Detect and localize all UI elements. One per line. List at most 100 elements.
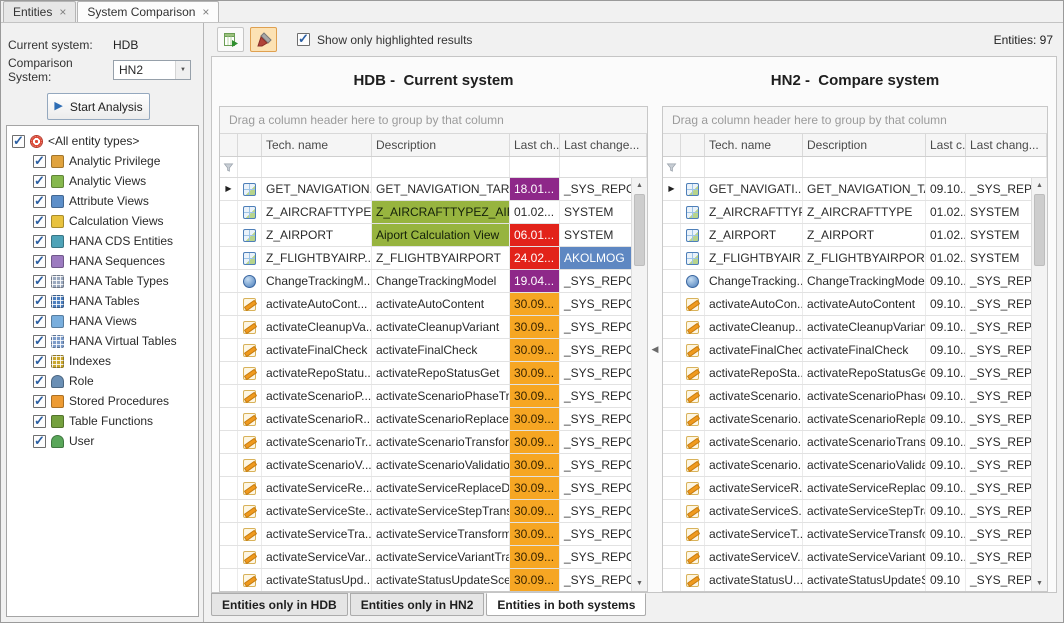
grid-splitter[interactable]: ◀ [648, 106, 662, 592]
description-cell[interactable]: Z_AIRCRAFTTYPE [803, 201, 926, 223]
last-change-cell[interactable]: 30.09... [510, 569, 560, 591]
column-header-last-changed-by[interactable]: Last change... [560, 134, 647, 156]
tree-root-item[interactable]: <All entity types> [9, 131, 196, 151]
tech-name-cell[interactable]: activateScenario... [705, 385, 803, 407]
tech-name-cell[interactable]: activateScenario... [705, 408, 803, 430]
table-row[interactable]: activateRepoStatu... activateRepoStatusG… [220, 362, 647, 385]
description-cell[interactable]: activateServiceVariantTra... [372, 546, 510, 568]
table-row[interactable]: activateServiceT... activateServiceTrans… [663, 523, 1047, 546]
tech-name-cell[interactable]: activateServiceV... [705, 546, 803, 568]
filter-cell[interactable] [238, 157, 262, 177]
tree-item[interactable]: HANA Table Types [9, 271, 196, 291]
tree-item[interactable]: HANA Tables [9, 291, 196, 311]
tech-name-cell[interactable]: activateScenarioTr... [262, 431, 372, 453]
tech-name-cell[interactable]: activateStatusUpd... [262, 569, 372, 591]
last-change-cell[interactable]: 30.09... [510, 546, 560, 568]
description-cell[interactable]: activateScenarioTransf... [803, 431, 926, 453]
scroll-down-icon[interactable]: ▼ [1032, 576, 1047, 591]
description-cell[interactable]: activateScenarioReplac... [803, 408, 926, 430]
table-row[interactable]: ▶ GET_NAVIGATION... GET_NAVIGATION_TARG.… [220, 178, 647, 201]
description-cell[interactable]: activateStatusUpdateS... [803, 569, 926, 591]
document-tab[interactable]: Entities × [3, 1, 76, 22]
table-row[interactable]: Z_AIRCRAFTTYPE Z_AIRCRAFTTYPEZ_AIR... 01… [220, 201, 647, 224]
table-row[interactable]: activateStatusU... activateStatusUpdateS… [663, 569, 1047, 592]
checkbox[interactable] [33, 355, 46, 368]
filter-cell[interactable] [262, 157, 372, 177]
start-analysis-button[interactable]: ▶ Start Analysis [47, 93, 150, 120]
tree-item[interactable]: Table Functions [9, 411, 196, 431]
last-change-cell[interactable]: 09.10 [926, 569, 966, 591]
last-change-cell[interactable]: 30.09... [510, 454, 560, 476]
description-cell[interactable]: activateCleanupVariant [372, 316, 510, 338]
description-cell[interactable]: ChangeTrackingModel [803, 270, 926, 292]
tree-item[interactable]: Role [9, 371, 196, 391]
last-change-cell[interactable]: 30.09... [510, 408, 560, 430]
description-cell[interactable]: Z_AIRCRAFTTYPEZ_AIR... [372, 201, 510, 223]
checkbox[interactable] [33, 235, 46, 248]
last-change-cell[interactable]: 01.02... [926, 224, 966, 246]
tech-name-cell[interactable]: activateRepoSta... [705, 362, 803, 384]
table-row[interactable]: activateAutoCont... activateAutoContent … [220, 293, 647, 316]
tech-name-cell[interactable]: activateServiceR... [705, 477, 803, 499]
table-row[interactable]: Z_FLIGHTBYAIR... Z_FLIGHTBYAIRPORT 01.02… [663, 247, 1047, 270]
tech-name-cell[interactable]: activateCleanupVa... [262, 316, 372, 338]
show-highlighted-toggle[interactable]: Show only highlighted results [297, 33, 472, 47]
description-cell[interactable]: activateServiceStepTrans... [372, 500, 510, 522]
description-cell[interactable]: activateServiceTransform... [372, 523, 510, 545]
tree-item[interactable]: Attribute Views [9, 191, 196, 211]
table-row[interactable]: Z_AIRPORT Z_AIRPORT 01.02... SYSTEM [663, 224, 1047, 247]
scroll-up-icon[interactable]: ▲ [1032, 178, 1047, 193]
tech-name-cell[interactable]: activateScenario... [705, 454, 803, 476]
last-change-cell[interactable]: 18.01... [510, 178, 560, 200]
description-cell[interactable]: activateRepoStatusGet [803, 362, 926, 384]
close-tab-icon[interactable]: × [202, 7, 209, 17]
last-change-cell[interactable]: 09.10... [926, 316, 966, 338]
tech-name-cell[interactable]: ChangeTrackingM... [262, 270, 372, 292]
last-change-cell[interactable]: 09.10... [926, 362, 966, 384]
checkbox[interactable] [33, 435, 46, 448]
filter-cell[interactable] [705, 157, 803, 177]
last-change-cell[interactable]: 09.10... [926, 431, 966, 453]
last-change-cell[interactable]: 30.09... [510, 431, 560, 453]
table-row[interactable]: activateServiceTra... activateServiceTra… [220, 523, 647, 546]
checkbox[interactable] [33, 335, 46, 348]
filter-cell[interactable] [510, 157, 560, 177]
vertical-scrollbar[interactable]: ▲ ▼ [1031, 178, 1047, 591]
description-cell[interactable]: activateServiceTransfo... [803, 523, 926, 545]
tree-item[interactable]: HANA Sequences [9, 251, 196, 271]
tree-item[interactable]: Indexes [9, 351, 196, 371]
scrollbar-track[interactable] [1032, 193, 1047, 576]
table-row[interactable]: ChangeTrackingM... ChangeTrackingModel 1… [220, 270, 647, 293]
last-change-cell[interactable]: 01.02... [926, 247, 966, 269]
tree-item[interactable]: HANA Views [9, 311, 196, 331]
last-change-cell[interactable]: 09.10... [926, 500, 966, 522]
description-cell[interactable]: activateCleanupVariant [803, 316, 926, 338]
tech-name-cell[interactable]: activateServiceS... [705, 500, 803, 522]
description-cell[interactable]: activateFinalCheck [803, 339, 926, 361]
description-cell[interactable]: activateScenarioValidation [372, 454, 510, 476]
tech-name-cell[interactable]: activateServiceVar... [262, 546, 372, 568]
tech-name-cell[interactable]: activateScenarioR... [262, 408, 372, 430]
description-cell[interactable]: Aiport Calculation View [372, 224, 510, 246]
table-row[interactable]: activateFinalCheck activateFinalCheck 09… [663, 339, 1047, 362]
description-cell[interactable]: activateStatusUpdateSce... [372, 569, 510, 591]
last-change-cell[interactable]: 09.10... [926, 385, 966, 407]
tech-name-cell[interactable]: Z_AIRCRAFTTYPE [705, 201, 803, 223]
last-change-cell[interactable]: 30.09... [510, 316, 560, 338]
filter-cell[interactable] [372, 157, 510, 177]
last-change-cell[interactable]: 06.01... [510, 224, 560, 246]
last-change-cell[interactable]: 30.09... [510, 362, 560, 384]
last-change-cell[interactable]: 09.10... [926, 270, 966, 292]
description-cell[interactable]: activateScenarioValidati... [803, 454, 926, 476]
filter-cell[interactable] [663, 157, 681, 177]
tech-name-cell[interactable]: activateServiceT... [705, 523, 803, 545]
document-tab[interactable]: System Comparison × [77, 1, 219, 22]
last-change-cell[interactable]: 30.09... [510, 500, 560, 522]
last-change-cell[interactable]: 09.10... [926, 454, 966, 476]
table-row[interactable]: activateScenarioTr... activateScenarioTr… [220, 431, 647, 454]
scrollbar-thumb[interactable] [1034, 194, 1045, 266]
last-change-cell[interactable]: 09.10... [926, 339, 966, 361]
checkbox[interactable] [33, 315, 46, 328]
table-row[interactable]: activateServiceV... activateServiceVaria… [663, 546, 1047, 569]
table-row[interactable]: activateServiceSte... activateServiceSte… [220, 500, 647, 523]
